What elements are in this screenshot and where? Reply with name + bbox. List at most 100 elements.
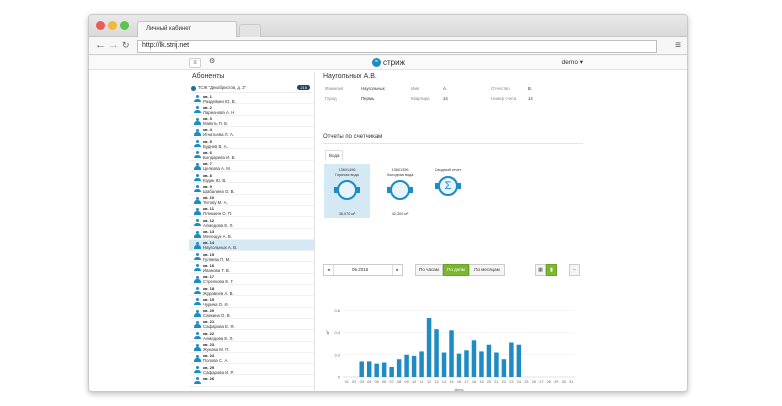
user-icon [194, 207, 201, 215]
group-name: ТСЖ "Декабристов, д. 2" [198, 85, 247, 90]
subscribers-sidebar: Абоненты ТСЖ "Декабристов, д. 2" 215 кв.… [189, 72, 315, 391]
address-bar[interactable]: http://lk.strij.net [137, 40, 657, 53]
list-item[interactable]: кв. 22 Алмедова Е. Л. [189, 330, 314, 342]
browser-window: Личный кабинет ← → ↻ http://lk.strij.net… [88, 14, 688, 392]
list-item[interactable]: кв. 7 Цепкова А. М. [189, 161, 314, 173]
x-tick-label: 11 [420, 380, 424, 384]
list-item[interactable]: кв. 26 [189, 375, 314, 387]
subscriber-name: Плешкин О. П. [203, 211, 233, 217]
list-item[interactable]: кв. 21 Сафарова Е. Я. [189, 319, 314, 331]
user-icon [194, 196, 201, 204]
subscriber-name: Алмедова Е. Л. [203, 222, 234, 228]
list-item[interactable]: кв. 1 Раздеякин Ю. В. [189, 93, 314, 105]
maximize-window-icon[interactable] [120, 21, 129, 30]
user-icon [194, 287, 201, 295]
chart-view-icon[interactable]: ▮ [546, 264, 557, 276]
bar [464, 350, 469, 377]
forward-arrow-icon[interactable]: → [108, 39, 119, 51]
user-icon [194, 343, 201, 351]
meter-card-cold[interactable]: 13601396 Холодная вода 42,300 м³ [377, 164, 423, 218]
user-icon [194, 332, 201, 340]
patronymic-value: В. [528, 86, 533, 91]
list-item[interactable]: кв. 4 Игнатьева Л. А. [189, 127, 314, 139]
meter-card-hot[interactable]: 13601496 Горячая вода 36,070 м³ [324, 164, 370, 218]
list-item[interactable]: кв. 13 Мелещук А. В. [189, 229, 314, 240]
subscriber-name: Сафарова И. Р. [203, 369, 234, 375]
bar [374, 363, 379, 377]
surname-value: Наугольных [361, 86, 385, 91]
x-tick-label: 12 [427, 380, 431, 384]
browser-menu-icon[interactable]: ≡ [675, 40, 681, 51]
subscriber-name: Алмедова Е. Л. [203, 335, 234, 341]
list-item[interactable]: кв. 8 Юдин Ю. В. [189, 172, 314, 184]
meter-label: Сводный отчет [434, 168, 462, 172]
main-content: Наугольных А.В. Фамилия Наугольных Имя А… [323, 72, 583, 391]
x-tick-label: 25 [524, 380, 528, 384]
gear-icon[interactable]: ⚙ [209, 57, 215, 65]
x-tick-label: 21 [494, 380, 498, 384]
flat-label: Квартира [411, 96, 430, 101]
account-label: Номер счета [491, 96, 517, 101]
reload-icon[interactable]: ↻ [122, 40, 130, 51]
prev-month-icon[interactable]: ◂ [324, 265, 334, 275]
x-tick-label: 10 [412, 380, 416, 384]
user-icon [194, 241, 201, 249]
list-item[interactable]: кв. 25 Сафарова И. Р. [189, 364, 314, 376]
subscriber-name: Жукова М. П. [203, 347, 230, 353]
x-tick-label: 08 [397, 380, 401, 384]
divider [323, 143, 583, 144]
list-item[interactable]: кв. 17 Стрелкова Е. Г. [189, 274, 314, 286]
period-months-button[interactable]: По месяцам [469, 264, 505, 276]
app-header: ≡ ⚙ ≈ стриж demo ▾ [89, 56, 687, 70]
list-item[interactable]: кв. 23 Жукова М. П. [189, 342, 314, 353]
x-tick-label: 29 [554, 380, 558, 384]
list-item[interactable]: кв. 24 Попова С. А. [189, 353, 314, 365]
list-item[interactable]: кв. 11 Плешкин О. П. [189, 206, 314, 218]
bar [426, 318, 432, 377]
list-item[interactable]: кв. 5 Буднев В. А. [189, 138, 314, 150]
user-icon [194, 354, 201, 362]
x-tick-label: 13 [434, 380, 438, 384]
new-tab-button[interactable] [239, 24, 261, 37]
hamburger-menu-icon[interactable]: ≡ [189, 58, 201, 68]
bar [396, 359, 402, 377]
list-item[interactable]: кв. 10 Титову М. А. [189, 195, 314, 206]
collapse-icon[interactable]: − [569, 264, 580, 276]
user-icon [194, 95, 201, 102]
list-item[interactable]: кв. 9 Шабалина О. В. [189, 183, 314, 195]
user-menu[interactable]: demo ▾ [562, 58, 583, 66]
browser-toolbar: ← → ↻ http://lk.strij.net ≡ [89, 37, 687, 55]
browser-tab[interactable]: Личный кабинет [137, 21, 237, 37]
list-item[interactable]: кв. 18 Журавлев А. В. [189, 285, 314, 297]
tab-water[interactable]: Вода [325, 150, 343, 161]
list-item[interactable]: кв. 16 Иванова Т. В. [189, 262, 314, 274]
subscriber-name: Стрелкова Е. Г. [203, 279, 234, 285]
period-hours-button[interactable]: По часам [415, 264, 443, 276]
table-view-icon[interactable]: ▦ [535, 264, 546, 276]
group-header[interactable]: ТСЖ "Декабристов, д. 2" 215 [191, 85, 312, 93]
list-item[interactable]: кв. 6 Болдарева И. Б. [189, 149, 314, 161]
back-arrow-icon[interactable]: ← [95, 39, 106, 51]
x-tick-label: 04 [367, 380, 371, 384]
bar [449, 330, 454, 377]
next-month-icon[interactable]: ▸ [392, 265, 402, 275]
list-item[interactable]: кв. 15 Гуляева П. М. [189, 251, 314, 263]
meter-label: Холодная вода [386, 172, 414, 177]
list-item[interactable]: кв. 14 Наугольных А. В. [189, 239, 314, 252]
list-item[interactable]: кв. 2 Ларионова А. Н. [189, 104, 314, 116]
date-value[interactable]: 05.2015 [352, 267, 368, 272]
x-tick-label: 05 [375, 380, 379, 384]
list-item[interactable]: кв. 12 Алмедова Е. Л. [189, 217, 314, 229]
meter-value: 42,300 м³ [391, 212, 409, 216]
date-picker[interactable]: ◂ 05.2015 ▸ [323, 264, 403, 276]
surname-label: Фамилия [325, 86, 344, 91]
reports-heading: Отчеты по счетчикам [323, 134, 383, 140]
list-item[interactable]: кв. 3 Маякть П. Б. [189, 116, 314, 127]
meter-card-summary[interactable]: Сводный отчет Σ [425, 164, 471, 218]
x-tick-label: 27 [539, 380, 543, 384]
list-item[interactable]: кв. 19 Чурина О. И. [189, 296, 314, 308]
period-days-button[interactable]: По дням [443, 264, 469, 276]
list-item[interactable]: кв. 20 Савкина О. В. [189, 308, 314, 319]
close-window-icon[interactable] [96, 21, 105, 30]
minimize-window-icon[interactable] [108, 21, 117, 30]
